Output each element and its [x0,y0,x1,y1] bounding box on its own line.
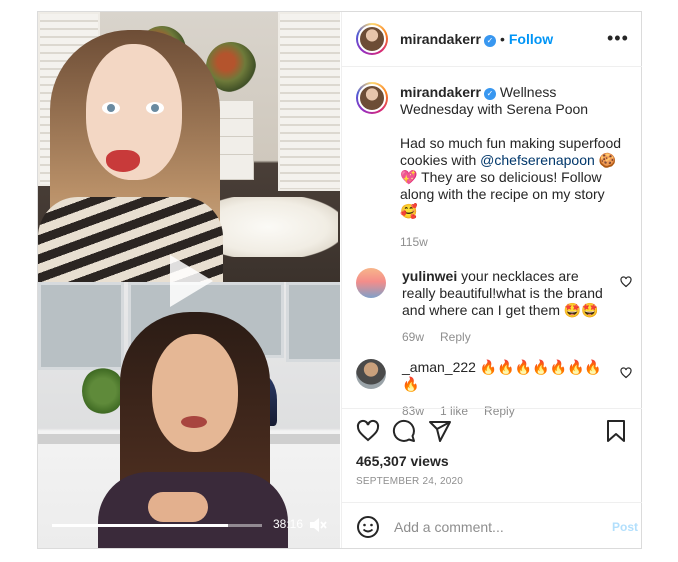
comment-like-heart-icon[interactable] [620,367,632,379]
comment-avatar[interactable] [356,359,386,389]
comment-username[interactable]: _aman_222 [402,359,476,375]
more-icon[interactable]: ••• [607,28,628,48]
video-frame-bottom [38,282,340,548]
header-info: mirandakerr ✓ • Follow [400,31,553,49]
heart-icon[interactable] [356,419,380,443]
post-sidebar: mirandakerr ✓ • Follow ••• mirandakerr ✓ Wel… [341,12,642,548]
view-count[interactable]: 465,307 views [356,453,449,469]
caption-age: 115w [400,235,428,249]
comment-avatar[interactable] [356,268,386,298]
comment-composer: Post [342,502,642,549]
bookmark-icon[interactable] [604,419,628,443]
post-comment-button[interactable]: Post [612,520,638,534]
action-bar [342,408,642,442]
caption-mention-link[interactable]: @chefserenapoon [480,152,595,168]
emoji-icon[interactable] [356,515,380,539]
caption-emoji-cookie: 🍪 [594,152,617,168]
post-modal: 38:16 mirandakerr ✓ • Follow ••• mirandaker… [37,11,642,549]
caption-avatar[interactable] [356,82,388,114]
share-icon[interactable] [428,419,452,443]
author-username[interactable]: mirandakerr [400,31,481,47]
comment-icon[interactable] [392,419,416,443]
video-frame-top [38,12,340,282]
mute-icon[interactable] [309,517,327,533]
comment-input[interactable] [392,515,596,539]
video-time: 38:16 [273,517,304,531]
comment-like-heart-icon[interactable] [620,276,632,288]
video-player[interactable]: 38:16 [38,12,340,548]
author-avatar[interactable] [356,23,388,55]
comment-age: 69w [402,330,425,344]
caption: mirandakerr ✓ Wellness Wednesday with Ser… [400,84,628,249]
follow-button[interactable]: Follow [509,31,553,47]
verified-badge-icon: ✓ [483,88,496,100]
post-date: SEPTEMBER 24, 2020 [356,476,463,487]
comment-username[interactable]: yulinwei [402,268,457,284]
caption-username[interactable]: mirandakerr [400,84,481,100]
video-progress-fill [52,524,229,527]
caption-body-2: 💖 They are so delicious! Follow along wi… [400,169,605,202]
video-progress-bar[interactable] [52,524,262,527]
comment-reply-button[interactable]: Reply [440,330,471,344]
caption-emoji-smile: 🥰 [400,203,418,219]
header-separator: • [499,31,505,47]
verified-badge-icon: ✓ [483,35,496,47]
post-header: mirandakerr ✓ • Follow ••• [342,12,642,67]
play-icon[interactable] [166,252,216,310]
